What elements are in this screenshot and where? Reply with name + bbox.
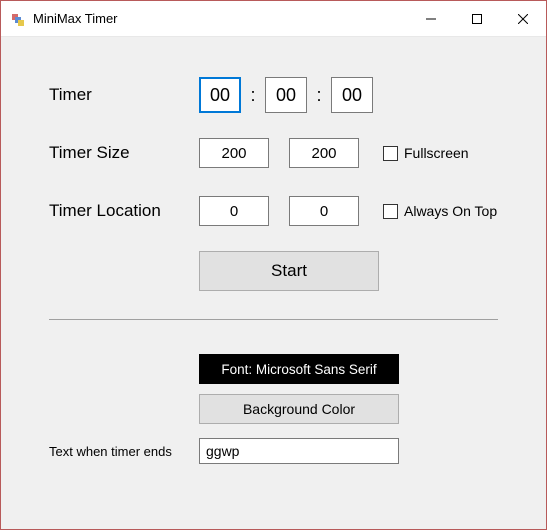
end-text-input[interactable] (199, 438, 399, 464)
start-button[interactable]: Start (199, 251, 379, 291)
timer-minutes-input[interactable] (265, 77, 307, 113)
always-on-top-checkbox[interactable] (383, 204, 398, 219)
background-color-button[interactable]: Background Color (199, 394, 399, 424)
location-fields: Always On Top (199, 196, 497, 226)
size-row: Timer Size Fullscreen (49, 135, 498, 171)
location-x-input[interactable] (199, 196, 269, 226)
colon-icon: : (307, 85, 331, 106)
close-button[interactable] (500, 1, 546, 37)
app-icon (11, 11, 27, 27)
titlebar: MiniMax Timer (1, 1, 546, 37)
timer-fields: : : (199, 77, 373, 113)
minimize-button[interactable] (408, 1, 454, 37)
size-height-input[interactable] (289, 138, 359, 168)
end-text-row: Text when timer ends (49, 438, 498, 464)
end-text-label: Text when timer ends (49, 444, 199, 459)
timer-seconds-input[interactable] (331, 77, 373, 113)
fullscreen-checkbox-wrap[interactable]: Fullscreen (383, 145, 469, 161)
divider (49, 319, 498, 320)
size-fields: Fullscreen (199, 138, 469, 168)
font-button[interactable]: Font: Microsoft Sans Serif (199, 354, 399, 384)
maximize-button[interactable] (454, 1, 500, 37)
location-label: Timer Location (49, 201, 199, 221)
window-title: MiniMax Timer (33, 11, 408, 26)
location-y-input[interactable] (289, 196, 359, 226)
timer-hours-input[interactable] (199, 77, 241, 113)
location-row: Timer Location Always On Top (49, 193, 498, 229)
fullscreen-checkbox[interactable] (383, 146, 398, 161)
timer-label: Timer (49, 85, 199, 105)
timer-row: Timer : : (49, 77, 498, 113)
fullscreen-label: Fullscreen (404, 145, 469, 161)
size-width-input[interactable] (199, 138, 269, 168)
always-on-top-checkbox-wrap[interactable]: Always On Top (383, 203, 497, 219)
size-label: Timer Size (49, 143, 199, 163)
always-on-top-label: Always On Top (404, 203, 497, 219)
content-area: Timer : : Timer Size Fullscreen Timer Lo… (1, 37, 546, 529)
colon-icon: : (241, 85, 265, 106)
